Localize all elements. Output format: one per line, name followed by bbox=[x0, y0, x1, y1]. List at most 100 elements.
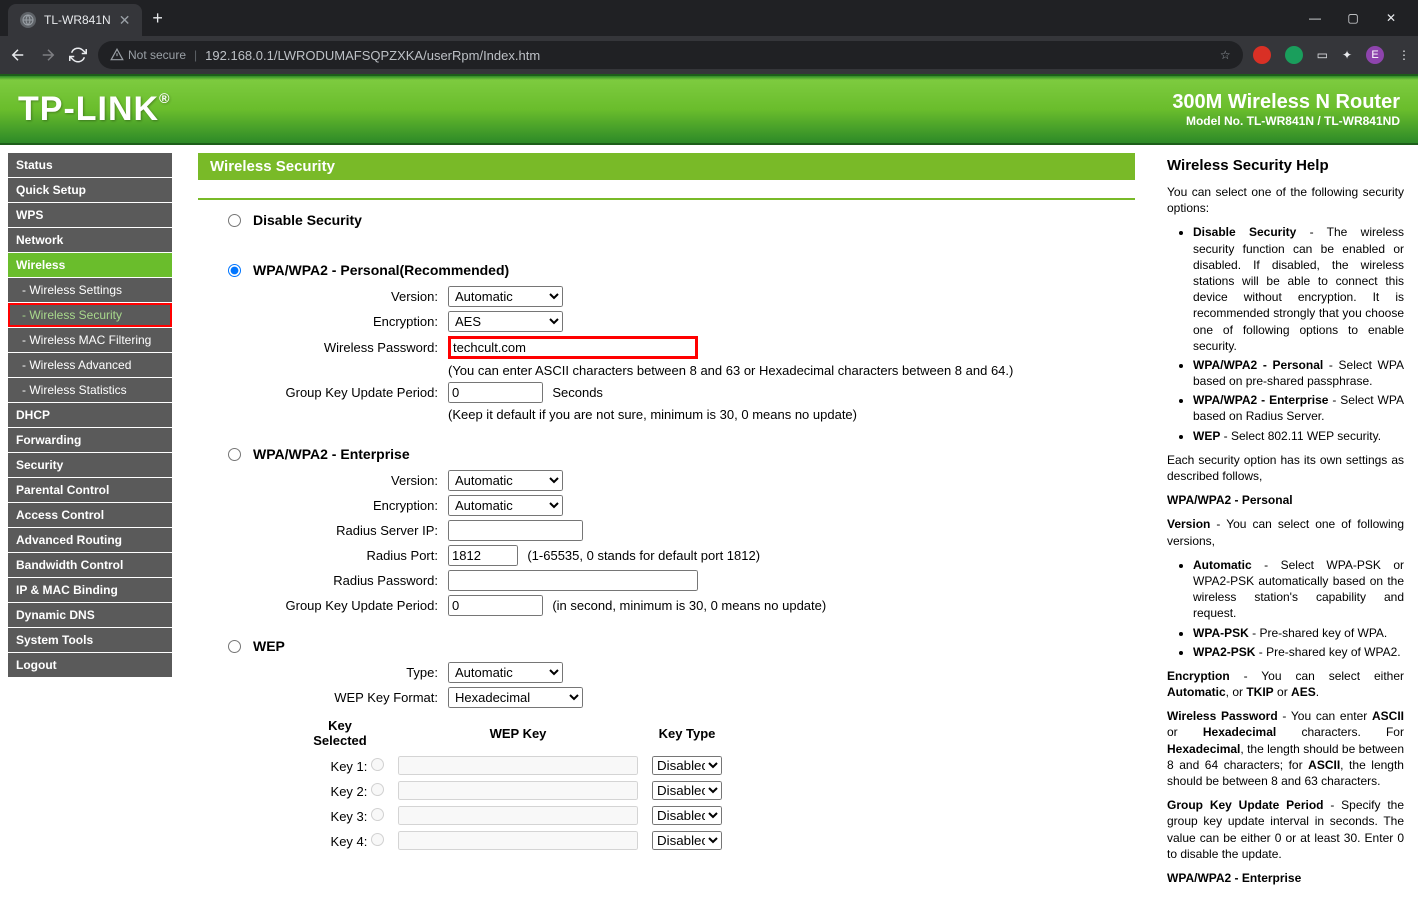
sidebar-item-logout[interactable]: Logout bbox=[8, 653, 172, 677]
wep-key-row: Key 2: Disabled bbox=[290, 779, 728, 802]
wep-key-type-select-1[interactable]: Disabled bbox=[652, 756, 722, 775]
window-controls: — ▢ ✕ bbox=[1308, 11, 1410, 25]
tab-title: TL-WR841N bbox=[44, 13, 111, 27]
wep-key-radio-1[interactable] bbox=[371, 758, 384, 771]
title-underline bbox=[198, 198, 1135, 200]
browser-tab[interactable]: TL-WR841N ✕ bbox=[8, 4, 142, 36]
wep-format-label: WEP Key Format: bbox=[198, 690, 448, 705]
sidebar-item--wireless-security[interactable]: - Wireless Security bbox=[8, 303, 172, 327]
sidebar-item--wireless-settings[interactable]: - Wireless Settings bbox=[8, 278, 172, 302]
sidebar-item--wireless-advanced[interactable]: - Wireless Advanced bbox=[8, 353, 172, 377]
ent-gkup-label: Group Key Update Period: bbox=[198, 598, 448, 613]
help-intro: You can select one of the following secu… bbox=[1167, 184, 1404, 216]
bookmark-icon[interactable]: ☆ bbox=[1220, 48, 1231, 62]
sidebar-item-access-control[interactable]: Access Control bbox=[8, 503, 172, 527]
sidebar-item-status[interactable]: Status bbox=[8, 153, 172, 177]
ent-gkup-input[interactable] bbox=[448, 595, 543, 616]
wep-key-row: Key 4: Disabled bbox=[290, 829, 728, 852]
wep-key-input-3[interactable] bbox=[398, 806, 638, 825]
help-version-b: Version bbox=[1167, 517, 1210, 531]
sidebar-item-forwarding[interactable]: Forwarding bbox=[8, 428, 172, 452]
help-panel: Wireless Security Help You can select on… bbox=[1153, 145, 1418, 910]
radius-pw-input[interactable] bbox=[448, 570, 698, 591]
wep-key-radio-4[interactable] bbox=[371, 833, 384, 846]
wep-key-radio-3[interactable] bbox=[371, 808, 384, 821]
wpa-enterprise-label: WPA/WPA2 - Enterprise bbox=[253, 446, 410, 462]
radius-port-hint: (1-65535, 0 stands for default port 1812… bbox=[527, 548, 760, 563]
help-option-item: WPA/WPA2 - Enterprise - Select WPA based… bbox=[1193, 392, 1404, 424]
wep-format-select[interactable]: Hexadecimal bbox=[448, 687, 583, 708]
ent-encryption-select[interactable]: Automatic bbox=[448, 495, 563, 516]
wep-key-input-2[interactable] bbox=[398, 781, 638, 800]
ent-gkup-hint: (in second, minimum is 30, 0 means no up… bbox=[552, 598, 826, 613]
sidebar-item-wps[interactable]: WPS bbox=[8, 203, 172, 227]
wep-key-type-select-2[interactable]: Disabled bbox=[652, 781, 722, 800]
page-title: Wireless Security bbox=[198, 153, 1135, 180]
radio-wpa-enterprise[interactable] bbox=[228, 448, 241, 461]
minimize-icon[interactable]: — bbox=[1308, 11, 1322, 25]
wep-key-type-select-4[interactable]: Disabled bbox=[652, 831, 722, 850]
url-text: 192.168.0.1/LWRODUMAFSQPZXKA/userRpm/Ind… bbox=[205, 48, 540, 63]
sidebar-item-bandwidth-control[interactable]: Bandwidth Control bbox=[8, 553, 172, 577]
radius-port-label: Radius Port: bbox=[198, 548, 448, 563]
content-frame: Wireless Security Disable Security WPA/W… bbox=[180, 145, 1153, 910]
wep-key-radio-2[interactable] bbox=[371, 783, 384, 796]
extensions-icon[interactable]: ✦ bbox=[1342, 48, 1352, 62]
sidebar-item--wireless-mac-filtering[interactable]: - Wireless MAC Filtering bbox=[8, 328, 172, 352]
router-title: 300M Wireless N Router bbox=[1172, 91, 1400, 114]
radius-ip-input[interactable] bbox=[448, 520, 583, 541]
sidebar-item-system-tools[interactable]: System Tools bbox=[8, 628, 172, 652]
ent-version-select[interactable]: Automatic bbox=[448, 470, 563, 491]
close-window-icon[interactable]: ✕ bbox=[1384, 11, 1398, 25]
wep-key-label: Key 3: bbox=[290, 804, 390, 827]
encryption-select[interactable]: AES bbox=[448, 311, 563, 332]
help-each: Each security option has its own setting… bbox=[1167, 452, 1404, 484]
sidebar-item-ip-mac-binding[interactable]: IP & MAC Binding bbox=[8, 578, 172, 602]
help-title: Wireless Security Help bbox=[1167, 157, 1404, 174]
sidebar-item-dhcp[interactable]: DHCP bbox=[8, 403, 172, 427]
reload-button[interactable] bbox=[68, 45, 88, 65]
ent-encryption-label: Encryption: bbox=[198, 498, 448, 513]
gkup-label: Group Key Update Period: bbox=[198, 385, 448, 400]
radio-wep[interactable] bbox=[228, 640, 241, 653]
gkup-input[interactable] bbox=[448, 382, 543, 403]
profile-avatar[interactable]: E bbox=[1366, 46, 1384, 64]
version-select[interactable]: Automatic bbox=[448, 286, 563, 307]
wep-label: WEP bbox=[253, 638, 285, 654]
help-version-item: Automatic - Select WPA-PSK or WPA2-PSK a… bbox=[1193, 557, 1404, 622]
gkup-hint: (Keep it default if you are not sure, mi… bbox=[198, 407, 1135, 422]
radio-wpa-personal[interactable] bbox=[228, 264, 241, 277]
sidebar-item-dynamic-dns[interactable]: Dynamic DNS bbox=[8, 603, 172, 627]
col-type: Key Type bbox=[646, 714, 728, 752]
sidebar-item-network[interactable]: Network bbox=[8, 228, 172, 252]
wep-key-input-4[interactable] bbox=[398, 831, 638, 850]
wireless-password-input[interactable] bbox=[448, 336, 698, 359]
sidebar-item-security[interactable]: Security bbox=[8, 453, 172, 477]
new-tab-button[interactable]: + bbox=[152, 8, 163, 29]
sidebar-item-wireless[interactable]: Wireless bbox=[8, 253, 172, 277]
wep-type-select[interactable]: Automatic bbox=[448, 662, 563, 683]
wep-key-type-select-3[interactable]: Disabled bbox=[652, 806, 722, 825]
sidebar-item-advanced-routing[interactable]: Advanced Routing bbox=[8, 528, 172, 552]
maximize-icon[interactable]: ▢ bbox=[1346, 11, 1360, 25]
forward-button[interactable] bbox=[38, 45, 58, 65]
disable-security-label: Disable Security bbox=[253, 212, 362, 228]
radio-disable-security[interactable] bbox=[228, 214, 241, 227]
ext-icon-2[interactable] bbox=[1285, 46, 1303, 64]
sidebar-item--wireless-statistics[interactable]: - Wireless Statistics bbox=[8, 378, 172, 402]
tab-bar: TL-WR841N ✕ + — ▢ ✕ bbox=[0, 0, 1418, 36]
wep-key-label: Key 1: bbox=[290, 754, 390, 777]
tp-link-logo: TP-LINK® bbox=[18, 90, 170, 129]
radius-ip-label: Radius Server IP: bbox=[198, 523, 448, 538]
ext-icon-1[interactable] bbox=[1253, 46, 1271, 64]
reader-icon[interactable]: ▭ bbox=[1317, 48, 1328, 62]
wep-key-input-1[interactable] bbox=[398, 756, 638, 775]
close-tab-icon[interactable]: ✕ bbox=[119, 12, 131, 29]
menu-icon[interactable]: ⋮ bbox=[1398, 48, 1410, 62]
url-box[interactable]: Not secure | 192.168.0.1/LWRODUMAFSQPZXK… bbox=[98, 41, 1243, 69]
sidebar-item-quick-setup[interactable]: Quick Setup bbox=[8, 178, 172, 202]
help-enc-b: Encryption bbox=[1167, 669, 1230, 683]
sidebar-item-parental-control[interactable]: Parental Control bbox=[8, 478, 172, 502]
back-button[interactable] bbox=[8, 45, 28, 65]
radius-port-input[interactable] bbox=[448, 545, 518, 566]
